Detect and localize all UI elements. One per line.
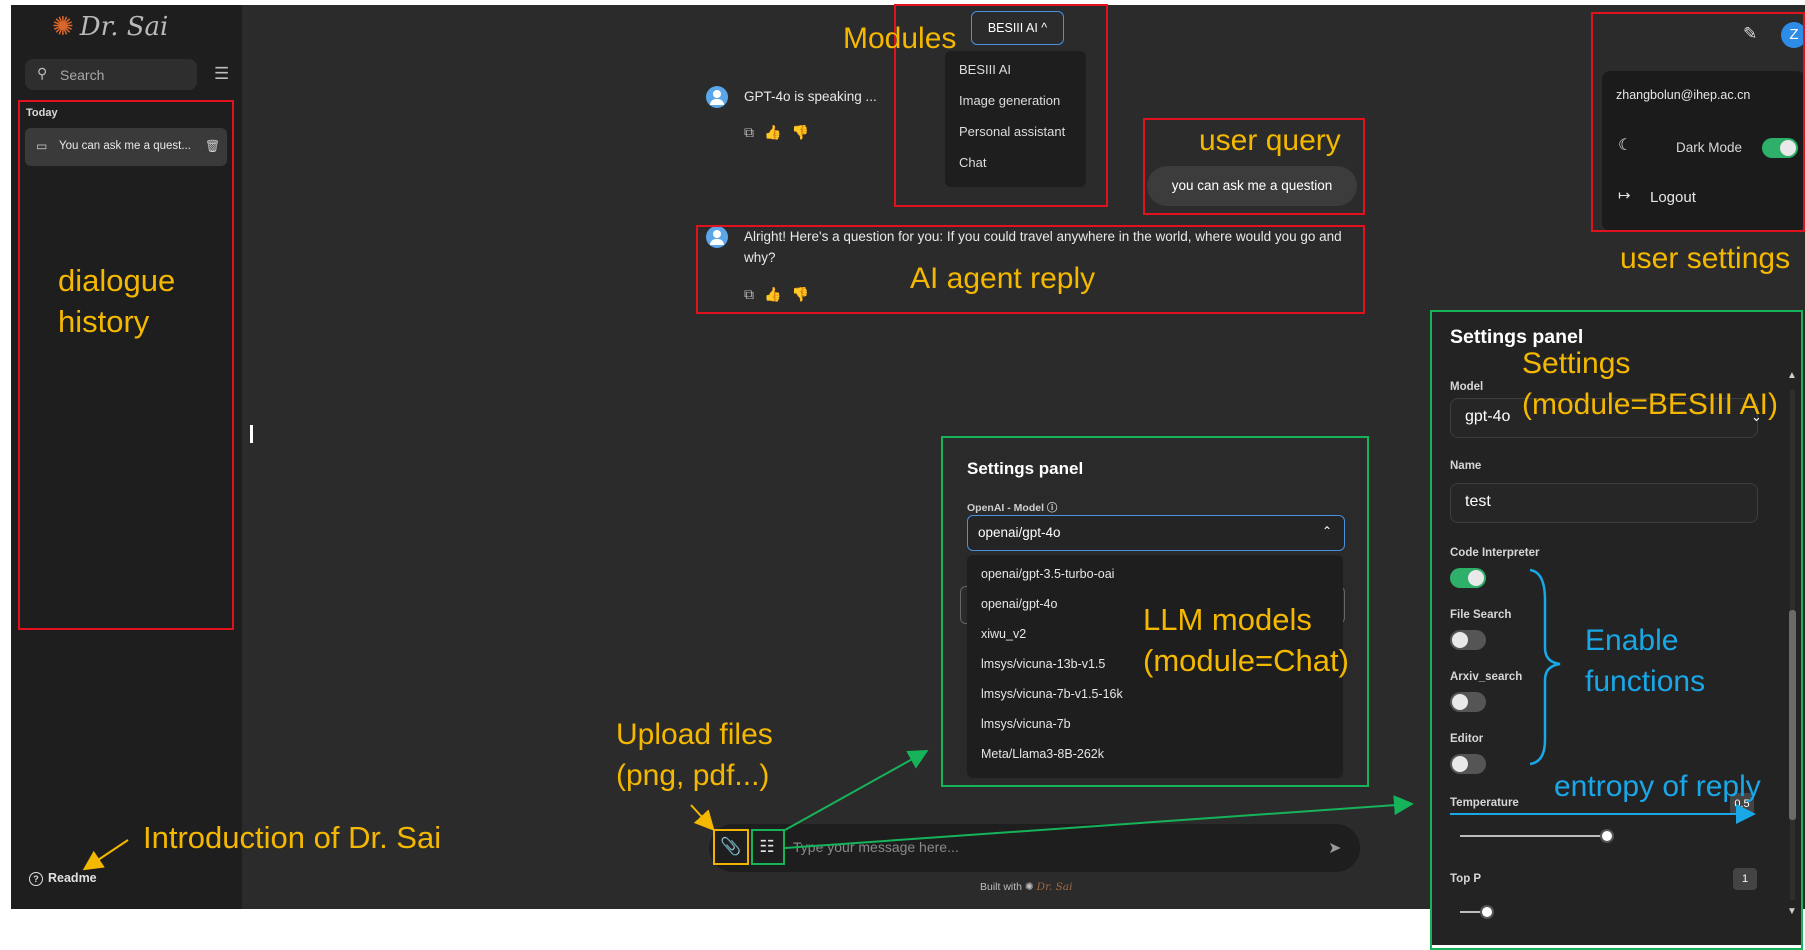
annotation-arrows (82, 568, 1756, 871)
annotation-settings-1: Settings (1522, 347, 1631, 380)
annotation-ai-reply: AI agent reply (910, 262, 1096, 295)
annotation-user-settings: user settings (1620, 242, 1791, 275)
arrow-to-llm-panel (784, 750, 929, 831)
brace-enable-functions (1529, 568, 1561, 766)
annotation-dialogue-history-2: history (58, 304, 150, 339)
annotation-upload-2: (png, pdf...) (616, 759, 770, 792)
annotation-dialogue-history-1: dialogue (58, 263, 176, 298)
annotation-entropy: entropy of reply (1554, 770, 1761, 803)
annotation-llm-1: LLM models (1143, 602, 1312, 637)
arrow-to-readme (82, 839, 129, 871)
annotation-settings-2: (module=BESIII AI) (1522, 388, 1778, 421)
annotation-llm-2: (module=Chat) (1143, 643, 1349, 678)
annotation-modules: Modules (843, 22, 957, 55)
annotation-intro: Introduction of Dr. Sai (143, 820, 442, 855)
arrow-to-upload (690, 804, 715, 831)
annotation-user-query: user query (1199, 124, 1341, 157)
arrow-to-settings-panel (784, 795, 1414, 849)
annotation-enable-2: functions (1585, 665, 1706, 698)
annotation-upload-1: Upload files (616, 718, 773, 751)
annotation-enable-1: Enable (1585, 624, 1679, 657)
